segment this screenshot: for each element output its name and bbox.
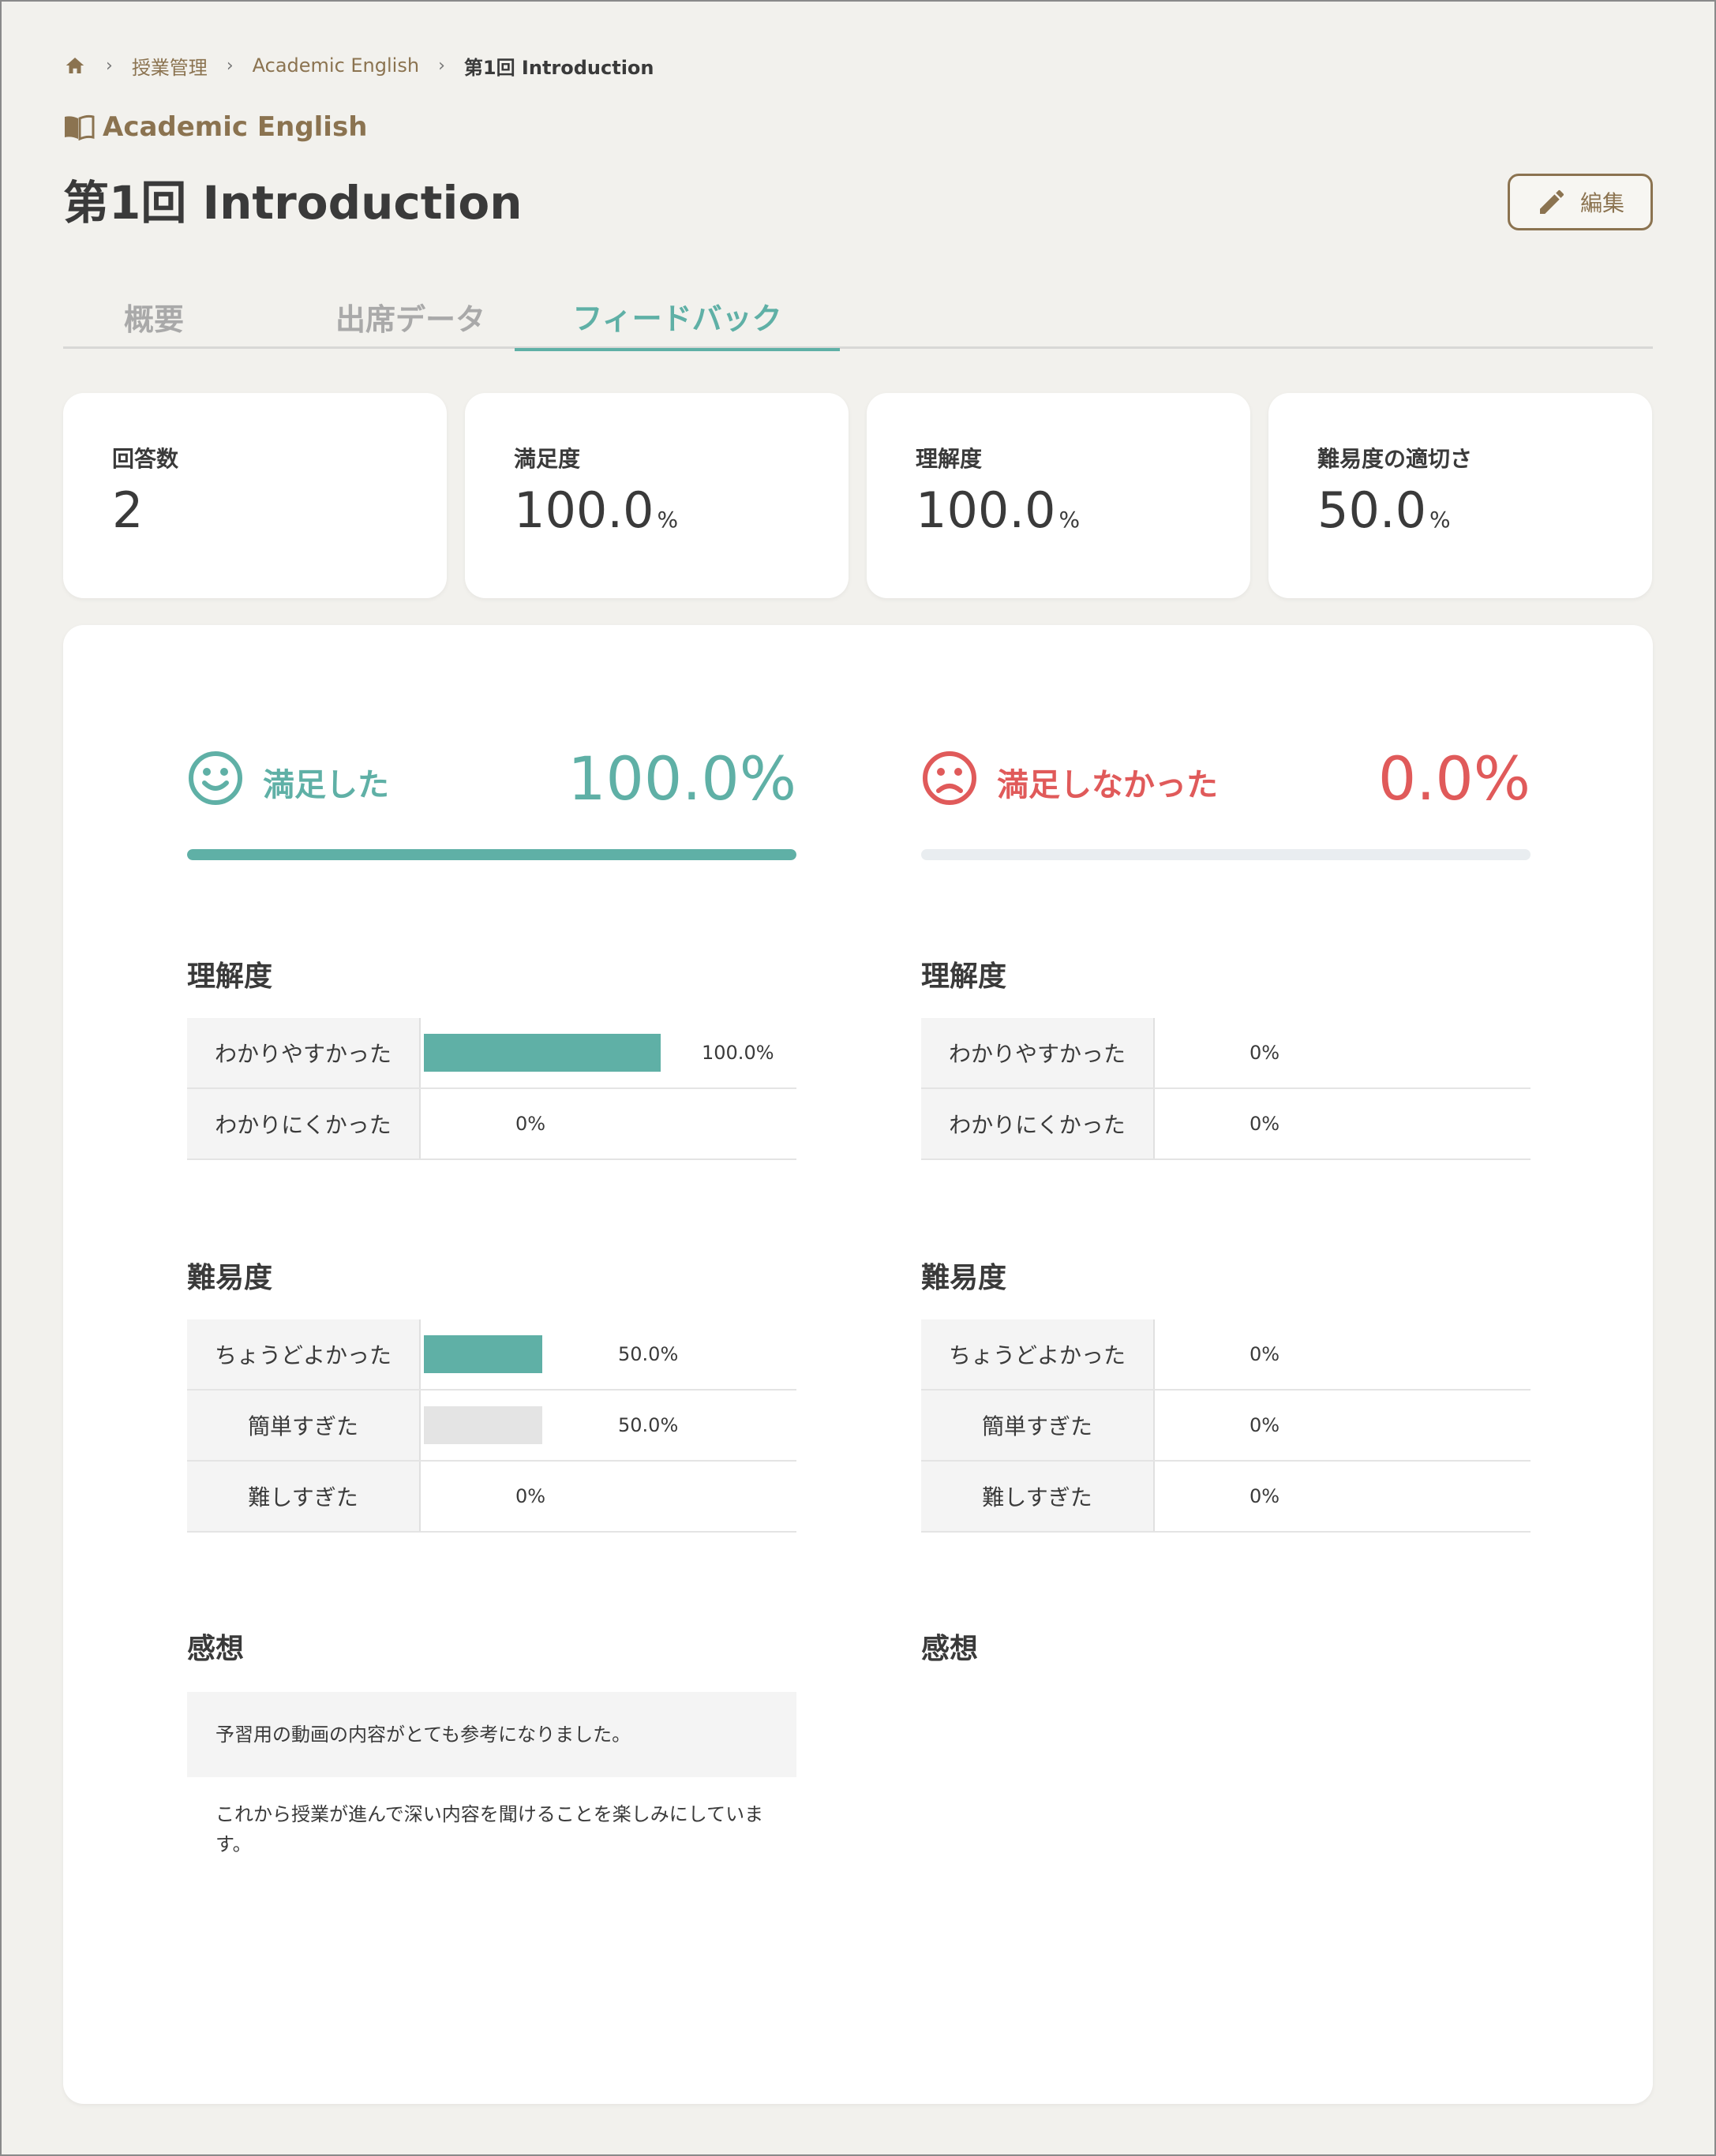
table-row: わかりにくかった 0% (921, 1089, 1531, 1160)
row-label: わかりやすかった (187, 1018, 421, 1087)
stat-label: 難易度の適切さ (1317, 446, 1473, 472)
summary-progress-bar (187, 849, 796, 860)
breadcrumb-separator: › (226, 55, 234, 76)
table-row: 簡単すぎた 0% (921, 1391, 1531, 1462)
stat-card-difficulty-fit: 難易度の適切さ 50.0% (1268, 393, 1652, 598)
table-row: 難しすぎた 0% (921, 1462, 1531, 1533)
stat-label: 理解度 (916, 446, 983, 472)
table-row: 簡単すぎた 50.0% (187, 1391, 796, 1462)
stat-value: 100.0% (916, 481, 1081, 539)
stat-value: 100.0% (514, 481, 679, 539)
row-percentage: 0% (1250, 1042, 1280, 1064)
feedback-panel: 満足した 100.0% 理解度わかりやすかった 100.0% わかりにくかった 0% 難易度… (63, 625, 1653, 2104)
stat-card-satisfaction: 満足度 100.0% (465, 393, 849, 598)
summary-label: 満足しなかった (997, 767, 1218, 803)
row-label: 難しすぎた (921, 1462, 1155, 1531)
tab-bar: 概要 出席データ フィードバック (63, 284, 1653, 351)
bar-fill (424, 1335, 542, 1373)
tab-feedback[interactable]: フィードバック (515, 284, 840, 351)
table-row: わかりやすかった 0% (921, 1018, 1531, 1089)
summary-progress-bar (921, 849, 1531, 860)
breadcrumb-current: 第1回 Introduction (463, 56, 654, 79)
breakdown-table: わかりやすかった 0% わかりにくかった 0% (921, 1018, 1531, 1160)
summary-progress-fill (187, 849, 796, 860)
page-title: 第1回 Introduction (63, 176, 523, 230)
unsatisfied-column: 満足しなかった 0.0% 理解度わかりやすかった 0% わかりにくかった 0% 難易度ちょう… (921, 625, 1531, 2104)
comment-item: これから授業が進んで深い内容を聞けることを楽しみにしています。 (215, 1803, 764, 1855)
table-row: 難しすぎた 0% (187, 1462, 796, 1533)
breadcrumb-separator: › (438, 55, 445, 76)
tab-attendance[interactable]: 出席データ (300, 284, 521, 349)
table-row: わかりにくかった 0% (187, 1089, 796, 1160)
understanding-title: 理解度 (187, 960, 273, 993)
difficulty-title: 難易度 (921, 1262, 1007, 1294)
breadcrumb-separator: › (106, 55, 113, 76)
tab-overview[interactable]: 概要 (63, 284, 245, 349)
breakdown-table: わかりやすかった 100.0% わかりにくかった 0% (187, 1018, 796, 1160)
stat-label: 満足度 (514, 446, 581, 472)
row-label: ちょうどよかった (921, 1319, 1155, 1389)
row-label: 簡単すぎた (921, 1391, 1155, 1460)
course-link[interactable]: Academic English (63, 109, 367, 145)
summary-label: 満足した (263, 767, 389, 803)
stat-card-understanding: 理解度 100.0% (867, 393, 1250, 598)
breakdown-table: ちょうどよかった 0% 簡単すぎた 0% 難しすぎた 0% (921, 1319, 1531, 1533)
row-label: わかりにくかった (921, 1089, 1155, 1158)
row-percentage: 0% (1250, 1113, 1280, 1135)
summary-percentage: 100.0% (568, 743, 796, 814)
row-label: わかりやすかった (921, 1018, 1155, 1087)
stat-value: 50.0% (1317, 481, 1451, 539)
breadcrumb: › 授業管理 › Academic English › 第1回 Introduc… (63, 52, 654, 79)
row-percentage: 0% (515, 1485, 546, 1507)
satisfied-column: 満足した 100.0% 理解度わかりやすかった 100.0% わかりにくかった 0% 難易度… (187, 625, 796, 2104)
breakdown-table: ちょうどよかった 50.0% 簡単すぎた 50.0% 難しすぎた 0% (187, 1319, 796, 1533)
course-name: Academic English (103, 111, 368, 143)
bar-fill (424, 1034, 661, 1072)
stat-card-responses: 回答数 2 (63, 393, 447, 598)
smile-icon (189, 751, 242, 805)
edit-button-label: 編集 (1579, 190, 1624, 216)
row-percentage: 0% (1250, 1485, 1280, 1507)
row-percentage: 0% (515, 1113, 546, 1135)
row-label: 簡単すぎた (187, 1391, 421, 1460)
edit-button[interactable]: 編集 (1508, 174, 1653, 230)
stat-value: 2 (112, 481, 144, 539)
understanding-title: 理解度 (921, 960, 1007, 993)
breadcrumb-item-course[interactable]: Academic English (253, 54, 419, 77)
table-row: ちょうどよかった 50.0% (187, 1319, 796, 1391)
row-percentage: 50.0% (618, 1414, 679, 1436)
comments-title: 感想 (187, 1633, 245, 1665)
row-percentage: 50.0% (618, 1343, 679, 1365)
comments-title: 感想 (921, 1633, 979, 1665)
frown-icon (923, 751, 976, 805)
breadcrumb-item-class-management[interactable]: 授業管理 (132, 52, 208, 80)
comment-item: 予習用の動画の内容がとても参考になりました。 (187, 1692, 796, 1777)
row-label: ちょうどよかった (187, 1319, 421, 1389)
book-icon (65, 114, 95, 140)
difficulty-title: 難易度 (187, 1262, 273, 1294)
row-label: 難しすぎた (187, 1462, 421, 1531)
row-percentage: 0% (1250, 1414, 1280, 1436)
table-row: ちょうどよかった 0% (921, 1319, 1531, 1391)
row-percentage: 0% (1250, 1343, 1280, 1365)
row-percentage: 100.0% (702, 1042, 774, 1064)
bar-fill (424, 1406, 542, 1444)
row-label: わかりにくかった (187, 1089, 421, 1158)
summary-percentage: 0.0% (1377, 743, 1531, 814)
home-icon[interactable] (63, 54, 87, 77)
stat-label: 回答数 (112, 446, 179, 472)
pencil-icon (1539, 190, 1564, 214)
table-row: わかりやすかった 100.0% (187, 1018, 796, 1089)
